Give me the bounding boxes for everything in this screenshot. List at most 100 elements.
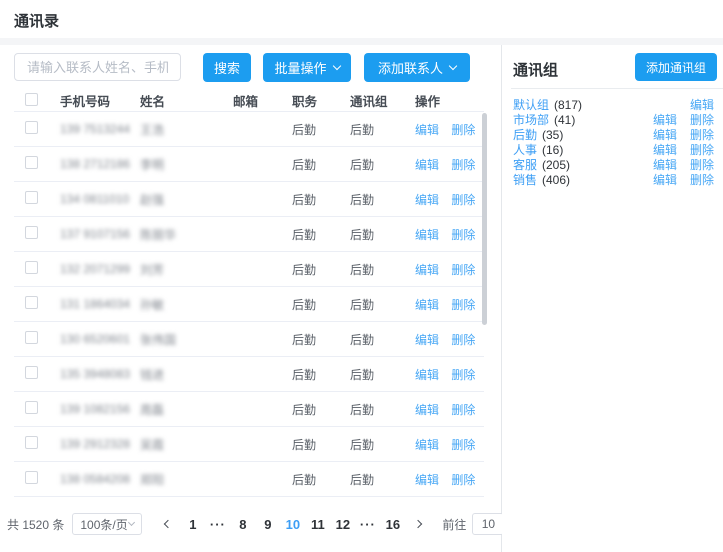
table-row: 139 1082156 周磊 后勤 后勤 编辑 删除 <box>14 392 484 427</box>
vertical-scrollbar[interactable] <box>482 113 487 325</box>
table-row: 138 2712186 李明 后勤 后勤 编辑 删除 <box>14 147 484 182</box>
row-checkbox[interactable] <box>25 366 38 379</box>
delete-link[interactable]: 删除 <box>451 473 475 487</box>
search-button-label: 搜索 <box>214 58 240 77</box>
row-checkbox[interactable] <box>25 436 38 449</box>
row-checkbox[interactable] <box>25 471 38 484</box>
page-number[interactable]: 16 <box>380 517 405 532</box>
pager-ellipsis[interactable]: ··· <box>355 517 380 532</box>
add-contact-button[interactable]: 添加联系人 <box>364 53 470 82</box>
chevron-down-icon <box>332 61 340 69</box>
group-delete-link[interactable]: 删除 <box>690 171 714 188</box>
delete-link[interactable]: 删除 <box>451 123 475 137</box>
add-contact-label: 添加联系人 <box>378 58 443 77</box>
table-row: 137 9107156 陈丽华 后勤 后勤 编辑 删除 <box>14 217 484 252</box>
column-header-group: 通讯组 <box>350 91 415 110</box>
group-name-link[interactable]: 销售 <box>513 171 537 188</box>
edit-link[interactable]: 编辑 <box>415 228 439 242</box>
edit-link[interactable]: 编辑 <box>415 438 439 452</box>
prev-page-button[interactable] <box>155 521 180 527</box>
page-size-select[interactable]: 100条/页 <box>72 513 142 535</box>
delete-link[interactable]: 删除 <box>451 368 475 382</box>
cell-phone-blurred: 138 0584208 <box>60 472 140 486</box>
groups-panel-title: 通讯组 <box>513 59 558 80</box>
cell-position: 后勤 <box>292 436 350 453</box>
cell-position: 后勤 <box>292 331 350 348</box>
cell-group: 后勤 <box>350 471 415 488</box>
table-row: 138 0584208 郑阳 后勤 后勤 编辑 删除 <box>14 462 484 497</box>
search-button[interactable]: 搜索 <box>203 53 251 82</box>
edit-link[interactable]: 编辑 <box>415 333 439 347</box>
header-separator <box>0 38 723 45</box>
cell-phone-blurred: 139 1082156 <box>60 402 140 416</box>
delete-link[interactable]: 删除 <box>451 438 475 452</box>
cell-group: 后勤 <box>350 121 415 138</box>
cell-name-blurred: 周磊 <box>140 401 233 418</box>
edit-link[interactable]: 编辑 <box>415 403 439 417</box>
edit-link[interactable]: 编辑 <box>415 193 439 207</box>
cell-phone-blurred: 138 2712186 <box>60 157 140 171</box>
page-number[interactable]: 11 <box>305 517 330 532</box>
next-page-button[interactable] <box>405 521 430 527</box>
page-number[interactable]: 1 <box>180 517 205 532</box>
edit-link[interactable]: 编辑 <box>415 123 439 137</box>
cell-group: 后勤 <box>350 261 415 278</box>
column-header-email: 邮箱 <box>233 91 292 110</box>
row-checkbox[interactable] <box>25 226 38 239</box>
row-checkbox[interactable] <box>25 121 38 134</box>
cell-name-blurred: 郑阳 <box>140 471 233 488</box>
delete-link[interactable]: 删除 <box>451 228 475 242</box>
cell-group: 后勤 <box>350 366 415 383</box>
select-all-checkbox[interactable] <box>25 93 38 106</box>
cell-group: 后勤 <box>350 226 415 243</box>
cell-position: 后勤 <box>292 121 350 138</box>
contacts-table: 手机号码 姓名 邮箱 职务 通讯组 操作 139 7513244 王浩 后勤 后… <box>14 90 484 497</box>
search-input[interactable] <box>14 53 181 81</box>
row-checkbox[interactable] <box>25 191 38 204</box>
page-size-value: 100条/页 <box>80 516 127 533</box>
delete-link[interactable]: 删除 <box>451 403 475 417</box>
batch-actions-button[interactable]: 批量操作 <box>263 53 351 82</box>
cell-position: 后勤 <box>292 226 350 243</box>
page-number[interactable]: 9 <box>255 517 280 532</box>
cell-name-blurred: 李明 <box>140 156 233 173</box>
row-checkbox[interactable] <box>25 261 38 274</box>
row-checkbox[interactable] <box>25 296 38 309</box>
row-checkbox[interactable] <box>25 331 38 344</box>
cell-name-blurred: 刘芳 <box>140 261 233 278</box>
add-group-button[interactable]: 添加通讯组 <box>635 53 717 81</box>
batch-actions-label: 批量操作 <box>274 58 326 77</box>
table-row: 131 1864034 孙敏 后勤 后勤 编辑 删除 <box>14 287 484 322</box>
goto-page-input[interactable] <box>472 513 504 535</box>
table-row: 139 7513244 王浩 后勤 后勤 编辑 删除 <box>14 112 484 147</box>
cell-group: 后勤 <box>350 156 415 173</box>
total-count-label: 共 1520 条 <box>7 516 64 533</box>
row-checkbox[interactable] <box>25 401 38 414</box>
pager-ellipsis[interactable]: ··· <box>205 517 230 532</box>
delete-link[interactable]: 删除 <box>451 263 475 277</box>
group-row: 默认组 (817) 编辑 <box>513 97 714 112</box>
cell-position: 后勤 <box>292 261 350 278</box>
table-row: 132 2071299 刘芳 后勤 后勤 编辑 删除 <box>14 252 484 287</box>
edit-link[interactable]: 编辑 <box>415 263 439 277</box>
edit-link[interactable]: 编辑 <box>415 298 439 312</box>
row-checkbox[interactable] <box>25 156 38 169</box>
edit-link[interactable]: 编辑 <box>415 158 439 172</box>
page-number[interactable]: 12 <box>330 517 355 532</box>
edit-link[interactable]: 编辑 <box>415 368 439 382</box>
page-number[interactable]: 8 <box>230 517 255 532</box>
delete-link[interactable]: 删除 <box>451 193 475 207</box>
group-edit-link[interactable]: 编辑 <box>653 171 677 188</box>
delete-link[interactable]: 删除 <box>451 333 475 347</box>
group-row: 人事 (16) 编辑 删除 <box>513 142 714 157</box>
cell-group: 后勤 <box>350 401 415 418</box>
delete-link[interactable]: 删除 <box>451 158 475 172</box>
cell-group: 后勤 <box>350 296 415 313</box>
app-header: 通讯录 <box>0 0 723 38</box>
pager: 1···89101112···16 <box>155 517 430 532</box>
delete-link[interactable]: 删除 <box>451 298 475 312</box>
panel-divider <box>511 88 723 89</box>
edit-link[interactable]: 编辑 <box>415 473 439 487</box>
cell-position: 后勤 <box>292 401 350 418</box>
page-number[interactable]: 10 <box>280 517 305 532</box>
